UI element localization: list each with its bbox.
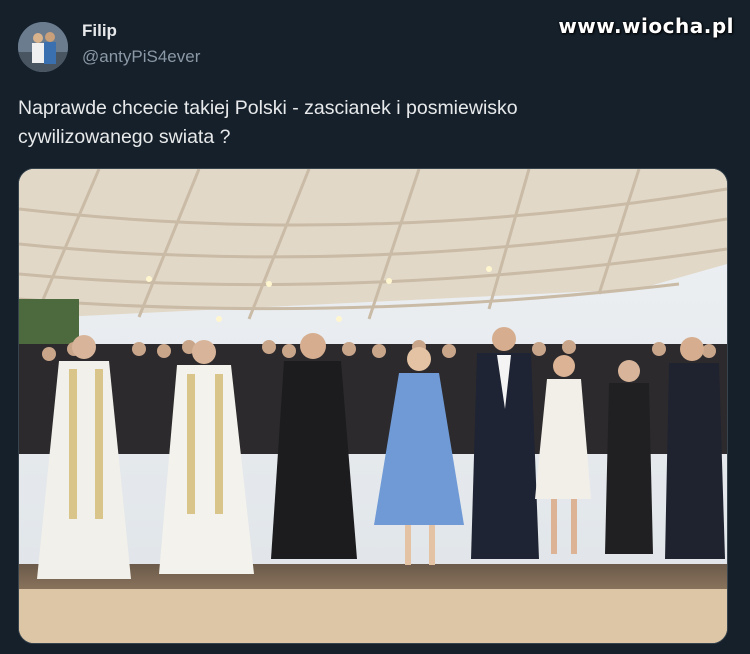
tweet-text: Naprawde chcecie takiej Polski - zascian… (18, 94, 708, 152)
figure (471, 327, 539, 559)
tweet-text-line: cywilizowanego swiata ? (18, 126, 231, 148)
author-name[interactable]: Filip (82, 21, 117, 41)
figure (665, 337, 725, 559)
author-handle[interactable]: @antyPiS4ever (82, 47, 200, 67)
attached-photo[interactable] (18, 168, 728, 644)
avatar[interactable] (18, 22, 68, 72)
tweet-card: Filip @antyPiS4ever www.wiocha.pl Napraw… (0, 0, 750, 654)
tweet-text-line: Naprawde chcecie takiej Polski - zascian… (18, 97, 518, 119)
watermark: www.wiocha.pl (558, 14, 734, 38)
figure (605, 360, 653, 554)
